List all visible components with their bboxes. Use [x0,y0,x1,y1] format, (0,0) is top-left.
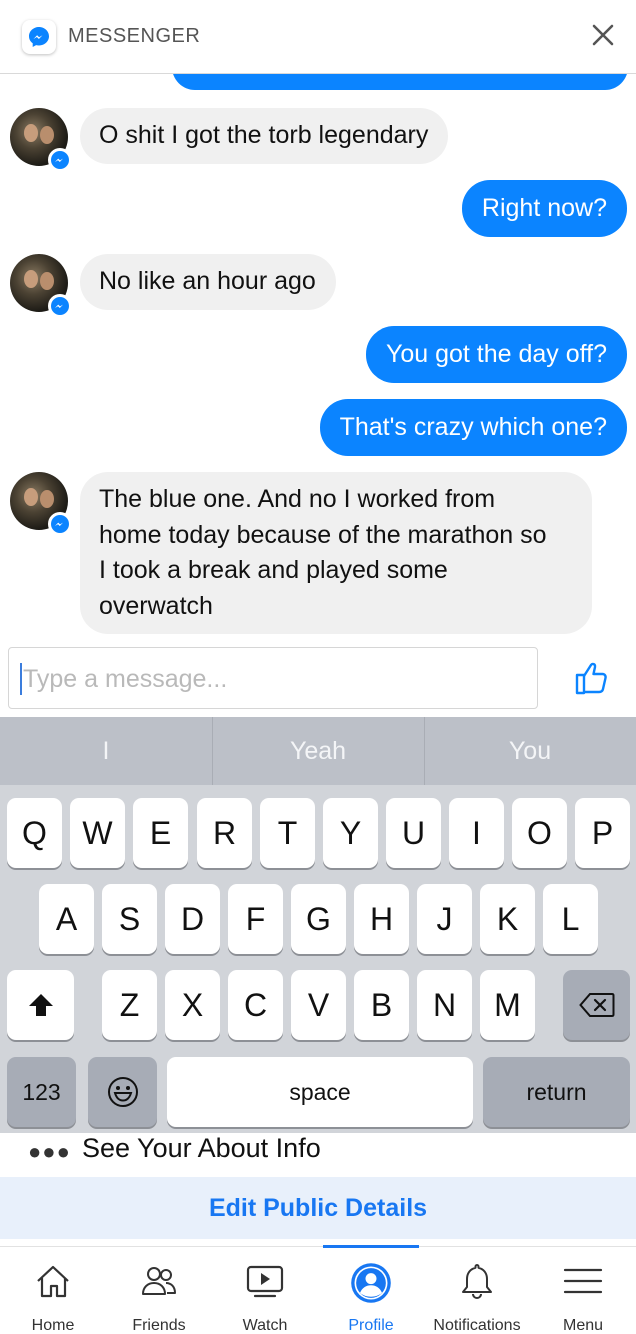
chat-thread[interactable]: O shit I got the torb legendary Right no… [0,74,636,640]
key[interactable]: W [70,798,125,868]
ios-keyboard: I Yeah You Q W E R T Y U I O P A S D F G… [0,717,636,1133]
tab-notifications[interactable]: Notifications [424,1247,530,1334]
messenger-badge-icon [48,512,72,536]
emoji-key[interactable] [88,1057,157,1127]
key[interactable]: H [354,884,409,954]
return-key[interactable]: return [483,1057,630,1127]
header-title: MESSENGER [68,25,201,47]
key[interactable]: G [291,884,346,954]
key[interactable]: A [39,884,94,954]
watch-icon [246,1265,284,1298]
backspace-icon [578,993,614,1017]
profile-icon [351,1263,391,1303]
thumbs-up-icon[interactable] [572,658,612,698]
suggestion[interactable]: You [424,717,636,785]
message-line: I took a break and played some [99,556,448,584]
messenger-badge-icon [48,294,72,318]
outgoing-message-bubble[interactable]: That's crazy which one? [319,399,627,456]
suggestion[interactable]: I [0,717,212,785]
key[interactable]: M [480,970,535,1040]
key[interactable]: U [386,798,441,868]
tab-profile[interactable]: Profile [318,1245,424,1334]
tab-label: Friends [132,1317,186,1334]
menu-icon [563,1268,603,1294]
key[interactable]: K [480,884,535,954]
key[interactable]: O [512,798,567,868]
incoming-message-bubble[interactable]: O shit I got the torb legendary [80,108,449,164]
see-about-info-row[interactable]: ●●● See Your About Info [0,1133,636,1175]
key[interactable]: L [543,884,598,954]
key[interactable]: F [228,884,283,954]
key[interactable]: Q [7,798,62,868]
message-line: home today because of the marathon so [99,520,547,549]
key[interactable]: I [449,798,504,868]
messenger-logo-icon [22,20,56,54]
key[interactable]: C [228,970,283,1040]
bell-icon [462,1264,492,1300]
predictive-suggestions: I Yeah You [0,717,636,785]
home-icon [37,1265,69,1298]
key[interactable]: Y [323,798,378,868]
more-dots-icon: ●●● [28,1139,71,1164]
avatar[interactable] [10,108,72,172]
numbers-key[interactable]: 123 [7,1057,76,1127]
key[interactable]: D [165,884,220,954]
message-composer [0,640,636,717]
avatar[interactable] [10,254,72,318]
suggestion[interactable]: Yeah [212,717,424,785]
tab-label: Notifications [433,1317,521,1334]
active-tab-indicator [323,1245,419,1248]
shift-arrow-icon [28,994,53,1016]
key[interactable]: R [197,798,252,868]
edit-public-details-button[interactable]: Edit Public Details [0,1177,636,1239]
close-icon[interactable] [588,20,618,50]
messenger-header: MESSENGER [0,0,636,74]
key[interactable]: P [575,798,630,868]
key[interactable]: T [260,798,315,868]
bottom-tab-bar: Home Friends Watch Profile Notifications… [0,1245,636,1334]
tab-label: Profile [348,1317,394,1334]
key[interactable]: E [133,798,188,868]
backspace-key[interactable] [563,970,630,1040]
tab-home[interactable]: Home [0,1247,106,1334]
avatar[interactable] [10,472,72,536]
messenger-badge-icon [48,148,72,172]
key[interactable]: S [102,884,157,954]
tab-label: Menu [562,1317,604,1334]
incoming-message-bubble[interactable]: No like an hour ago [80,254,336,310]
about-info-label: See Your About Info [82,1133,321,1163]
emoji-icon [107,1077,138,1107]
tab-watch[interactable]: Watch [212,1247,318,1334]
message-input[interactable] [23,660,523,698]
tab-friends[interactable]: Friends [106,1247,212,1334]
key[interactable]: B [354,970,409,1040]
key[interactable]: X [165,970,220,1040]
key[interactable]: J [417,884,472,954]
space-key[interactable]: space [167,1057,473,1127]
outgoing-message-bubble[interactable]: You got the day off? [365,326,627,383]
key[interactable]: Z [102,970,157,1040]
friends-icon [142,1267,176,1295]
tab-label: Home [31,1317,75,1334]
outgoing-message-bubble-partial [172,74,628,90]
message-line: overwatch [99,591,213,620]
message-line: The blue one. And no I worked from [99,485,496,513]
tab-label: Watch [242,1317,288,1334]
outgoing-message-bubble[interactable]: Right now? [461,180,627,237]
incoming-message-bubble[interactable]: The blue one. And no I worked from home … [80,472,592,634]
shift-key[interactable] [7,970,74,1040]
message-input-box[interactable] [8,647,538,709]
key[interactable]: V [291,970,346,1040]
text-caret [20,663,22,695]
key[interactable]: N [417,970,472,1040]
tab-menu[interactable]: Menu [530,1247,636,1334]
